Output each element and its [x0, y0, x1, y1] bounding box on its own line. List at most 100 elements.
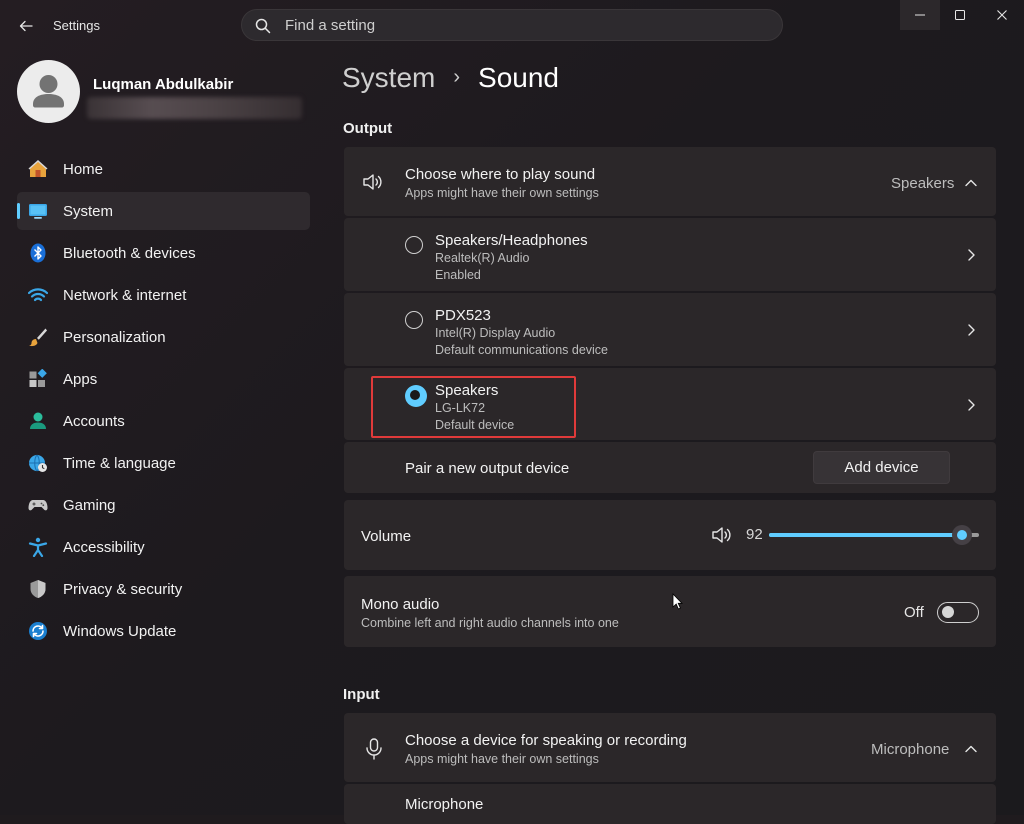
speaker-icon — [363, 174, 382, 190]
sidebar-item-label: Time & language — [63, 454, 176, 472]
sidebar-item-network[interactable]: Network & internet — [17, 276, 310, 314]
sidebar-item-label: Personalization — [63, 328, 166, 346]
chevron-right-icon[interactable] — [964, 323, 978, 337]
maximize-button[interactable] — [940, 0, 980, 30]
brush-icon — [29, 328, 47, 347]
accounts-icon — [30, 412, 46, 429]
device-driver: Realtek(R) Audio — [435, 251, 530, 265]
minimize-icon — [915, 14, 925, 16]
avatar — [17, 60, 80, 123]
device-name: PDX523 — [435, 307, 491, 324]
add-device-button[interactable]: Add device — [813, 451, 950, 484]
output-device-row[interactable]: PDX523 Intel(R) Display Audio Default co… — [344, 293, 996, 366]
sidebar-item-label: Privacy & security — [63, 580, 183, 598]
output-device-radio[interactable] — [405, 236, 423, 254]
selection-highlight-box — [371, 376, 576, 438]
sidebar-item-label: Accessibility — [63, 538, 145, 556]
sidebar-item-label: Network & internet — [63, 286, 187, 304]
sidebar-item-bluetooth[interactable]: Bluetooth & devices — [17, 234, 310, 272]
output-section-title: Output — [343, 120, 393, 137]
minimize-button[interactable] — [900, 0, 940, 30]
sidebar-item-label: Accounts — [63, 412, 125, 430]
chevron-up-icon[interactable] — [964, 742, 978, 756]
volume-slider-fill — [769, 533, 963, 537]
mono-audio-row: Mono audio Combine left and right audio … — [344, 576, 996, 647]
apps-icon — [29, 369, 47, 387]
page-title: Sound — [478, 62, 559, 93]
sidebar-item-label: Bluetooth & devices — [63, 244, 196, 262]
mono-audio-state: Off — [904, 604, 924, 621]
input-current-value: Microphone — [871, 741, 950, 758]
close-icon — [997, 10, 1007, 20]
sidebar-item-label: Gaming — [63, 496, 116, 514]
sidebar-item-home[interactable]: Home — [17, 150, 310, 188]
mono-audio-title: Mono audio — [361, 596, 440, 613]
sidebar-item-gaming[interactable]: Gaming — [17, 486, 310, 524]
sidebar-item-label: Apps — [63, 370, 98, 388]
user-email-redacted — [87, 97, 302, 119]
mono-audio-toggle[interactable] — [937, 602, 979, 623]
device-name: Microphone — [405, 796, 484, 813]
user-profile[interactable]: Luqman Abdulkabir — [17, 60, 317, 124]
sidebar-item-label: Home — [63, 160, 104, 178]
breadcrumb: System › Sound — [342, 62, 559, 94]
settings-window: Settings Find a setting Luqman Abdulkabi… — [0, 0, 1024, 824]
maximize-icon — [955, 10, 965, 20]
output-device-radio[interactable] — [405, 311, 423, 329]
toggle-knob — [942, 606, 954, 618]
output-device-expander[interactable]: Choose where to play sound Apps might ha… — [344, 147, 996, 216]
bluetooth-icon — [30, 243, 46, 263]
sidebar-item-label: System — [63, 202, 114, 220]
sidebar-item-privacy-security[interactable]: Privacy & security — [17, 570, 310, 608]
person-icon — [33, 75, 64, 108]
input-choose-subtitle: Apps might have their own settings — [405, 752, 599, 766]
breadcrumb-parent[interactable]: System — [342, 62, 435, 93]
volume-label: Volume — [361, 528, 412, 545]
device-status: Enabled — [435, 268, 481, 282]
sidebar-item-windows-update[interactable]: Windows Update — [17, 612, 310, 650]
pair-device-label: Pair a new output device — [405, 460, 570, 477]
sidebar-item-accounts[interactable]: Accounts — [17, 402, 310, 440]
system-icon — [29, 204, 47, 219]
update-icon — [29, 622, 47, 640]
output-choose-subtitle: Apps might have their own settings — [405, 186, 599, 200]
accessibility-icon — [28, 537, 48, 557]
device-driver: Intel(R) Display Audio — [435, 326, 556, 340]
microphone-icon — [366, 738, 382, 760]
title-bar: Settings Find a setting — [0, 0, 1024, 52]
home-icon — [28, 159, 48, 177]
volume-value: 92 — [746, 526, 763, 543]
sidebar-item-time-language[interactable]: Time & language — [17, 444, 310, 482]
mouse-cursor-icon — [672, 593, 683, 610]
sidebar-item-apps[interactable]: Apps — [17, 360, 310, 398]
input-choose-title: Choose a device for speaking or recordin… — [405, 732, 687, 749]
output-choose-title: Choose where to play sound — [405, 166, 596, 183]
user-name: Luqman Abdulkabir — [93, 76, 234, 93]
breadcrumb-separator: › — [453, 66, 461, 88]
input-device-row[interactable]: Microphone — [344, 784, 996, 824]
device-name: Speakers/Headphones — [435, 232, 588, 249]
sidebar-item-personalization[interactable]: Personalization — [17, 318, 310, 356]
sidebar-item-accessibility[interactable]: Accessibility — [17, 528, 310, 566]
device-status: Default communications device — [435, 343, 608, 357]
globe-clock-icon — [29, 454, 47, 472]
output-device-row[interactable]: Speakers/Headphones Realtek(R) Audio Ena… — [344, 218, 996, 291]
volume-speaker-icon[interactable] — [710, 523, 734, 547]
back-arrow-icon — [19, 20, 33, 32]
sidebar-nav: Home System Bluetooth & devices Network … — [17, 150, 310, 654]
app-title: Settings — [53, 18, 100, 33]
wifi-icon — [28, 288, 48, 302]
back-button[interactable] — [14, 14, 38, 38]
chevron-right-icon[interactable] — [964, 248, 978, 262]
gamepad-icon — [28, 500, 48, 511]
close-button[interactable] — [982, 0, 1022, 30]
volume-slider[interactable] — [769, 525, 979, 545]
sidebar-item-system[interactable]: System — [17, 192, 310, 230]
search-box[interactable]: Find a setting — [241, 9, 783, 41]
chevron-up-icon[interactable] — [964, 176, 978, 190]
search-input[interactable]: Find a setting — [285, 17, 375, 34]
input-device-expander[interactable]: Choose a device for speaking or recordin… — [344, 713, 996, 782]
shield-icon — [30, 580, 46, 598]
output-current-value: Speakers — [891, 175, 955, 192]
chevron-right-icon[interactable] — [964, 398, 978, 412]
